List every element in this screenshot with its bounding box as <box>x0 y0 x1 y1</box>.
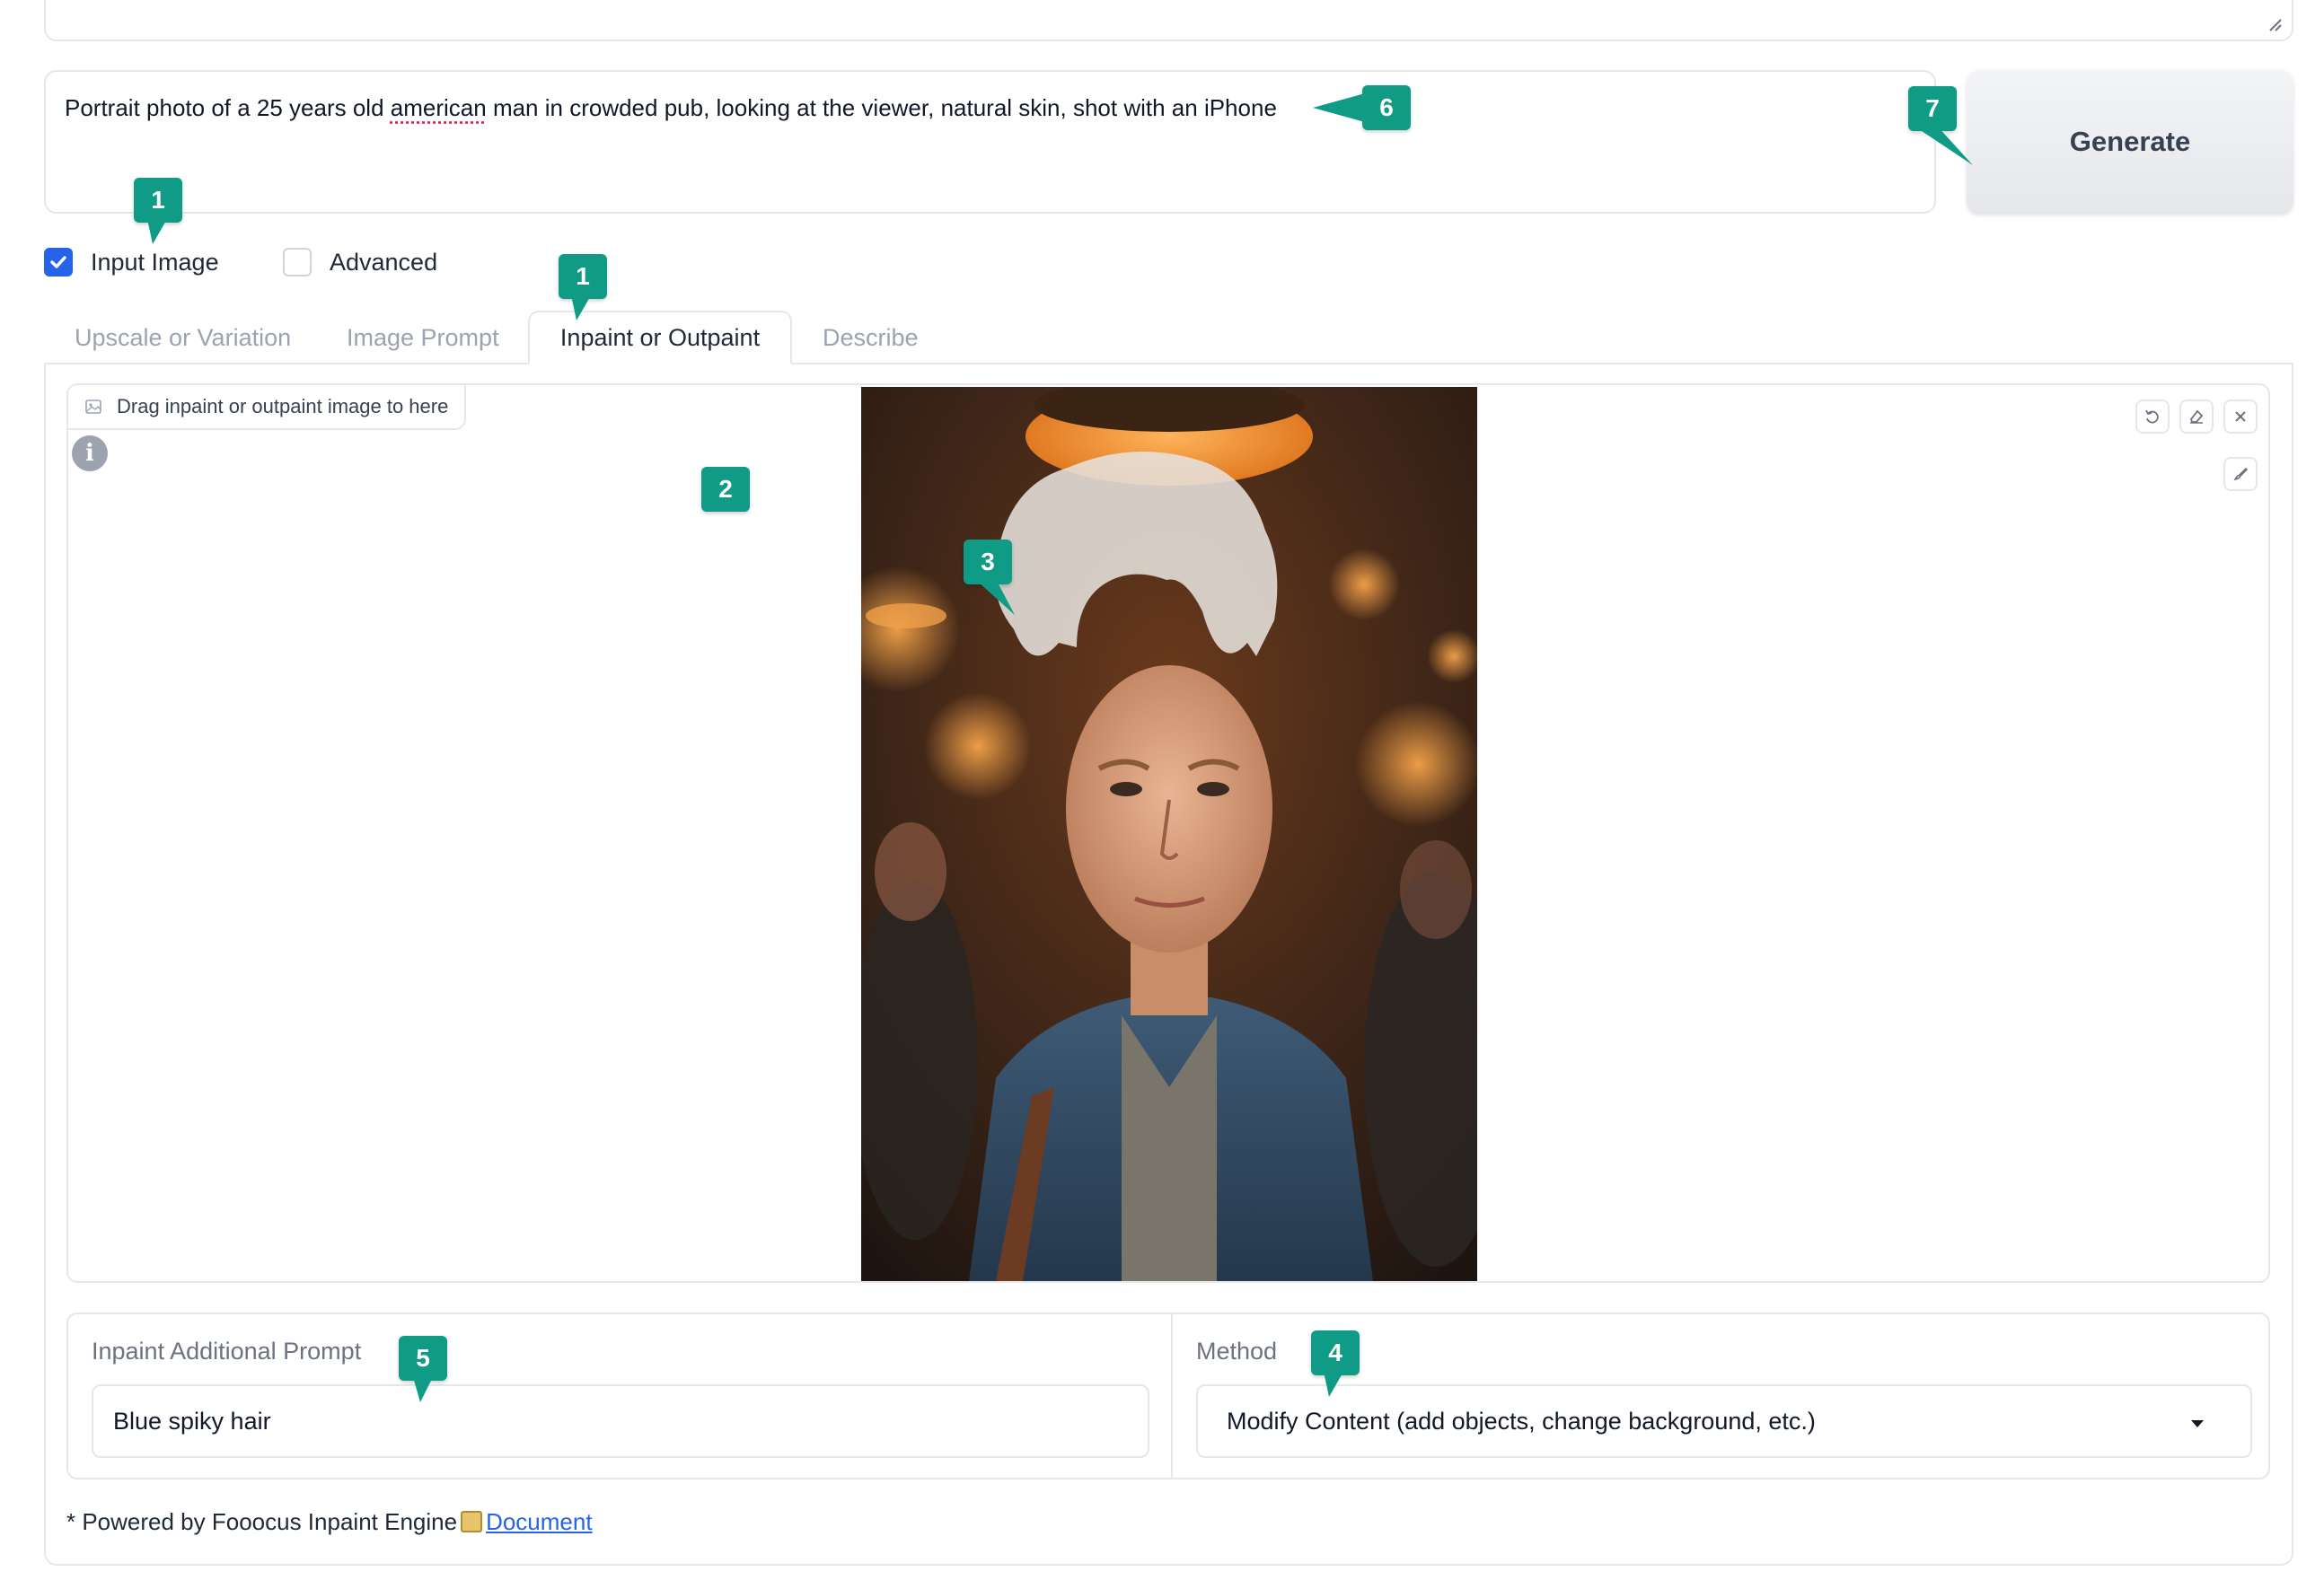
tab-describe[interactable]: Describe <box>792 311 949 364</box>
checkbox-checked-icon[interactable] <box>44 248 73 277</box>
inpaint-options: Inpaint Additional Prompt Blue spiky hai… <box>66 1312 2270 1479</box>
inpaint-prompt-label: Inpaint Additional Prompt <box>92 1338 362 1365</box>
negative-prompt-textarea[interactable] <box>44 0 2293 41</box>
divider <box>1171 1314 1173 1478</box>
inpaint-prompt-input[interactable]: Blue spiky hair <box>92 1384 1149 1458</box>
eraser-icon[interactable] <box>2179 399 2214 434</box>
scroll-icon <box>461 1511 483 1532</box>
tab-image-prompt[interactable]: Image Prompt <box>316 311 530 364</box>
footer: * Powered by Fooocus Inpaint Engine Docum… <box>66 1508 593 1535</box>
method-selected-value: Modify Content (add objects, change back… <box>1227 1407 1816 1435</box>
method-dropdown[interactable]: Modify Content (add objects, change back… <box>1196 1384 2252 1458</box>
undo-icon[interactable] <box>2135 399 2170 434</box>
checkbox-unchecked-icon[interactable] <box>283 248 312 277</box>
chevron-down-icon <box>2191 1420 2204 1427</box>
info-icon[interactable]: i <box>72 435 108 471</box>
input-image-label: Input Image <box>91 248 219 276</box>
method-label: Method <box>1196 1338 1278 1365</box>
callout-arrow <box>1313 93 1365 122</box>
prompt-text: Portrait photo of a 25 years old america… <box>65 94 1277 121</box>
inpaint-photo[interactable] <box>861 387 1477 1281</box>
tab-upscale-or-variation[interactable]: Upscale or Variation <box>44 311 321 364</box>
callout-1-checkbox: 1 <box>134 178 182 223</box>
callout-4: 4 <box>1311 1330 1360 1375</box>
callout-arrow <box>1914 126 1973 165</box>
callout-7: 7 <box>1908 86 1957 131</box>
document-link[interactable]: Document <box>486 1508 593 1535</box>
drag-image-label: Drag inpaint or outpaint image to here <box>68 385 467 430</box>
callout-1-tab: 1 <box>559 254 607 299</box>
misspelled-word: american <box>390 94 487 121</box>
callout-arrow <box>1324 1372 1343 1397</box>
brush-icon[interactable] <box>2223 457 2258 491</box>
resize-handle-icon[interactable] <box>2267 16 2283 32</box>
callout-arrow <box>147 219 167 244</box>
image-icon <box>85 399 101 414</box>
callout-3: 3 <box>964 540 1012 584</box>
advanced-label: Advanced <box>330 248 438 276</box>
callout-6: 6 <box>1362 85 1411 130</box>
callout-arrow <box>571 295 591 320</box>
input-image-checkbox[interactable]: Input Image <box>44 248 219 277</box>
callout-arrow <box>977 581 1015 615</box>
generate-button[interactable]: Generate <box>1967 70 2293 214</box>
callout-2: 2 <box>701 467 750 512</box>
close-icon[interactable] <box>2223 399 2258 434</box>
advanced-checkbox[interactable]: Advanced <box>283 248 437 277</box>
callout-arrow <box>413 1377 433 1402</box>
inpaint-canvas[interactable]: Drag inpaint or outpaint image to here i <box>66 383 2270 1283</box>
callout-5: 5 <box>399 1336 447 1381</box>
prompt-textarea[interactable]: Portrait photo of a 25 years old america… <box>44 70 1936 214</box>
